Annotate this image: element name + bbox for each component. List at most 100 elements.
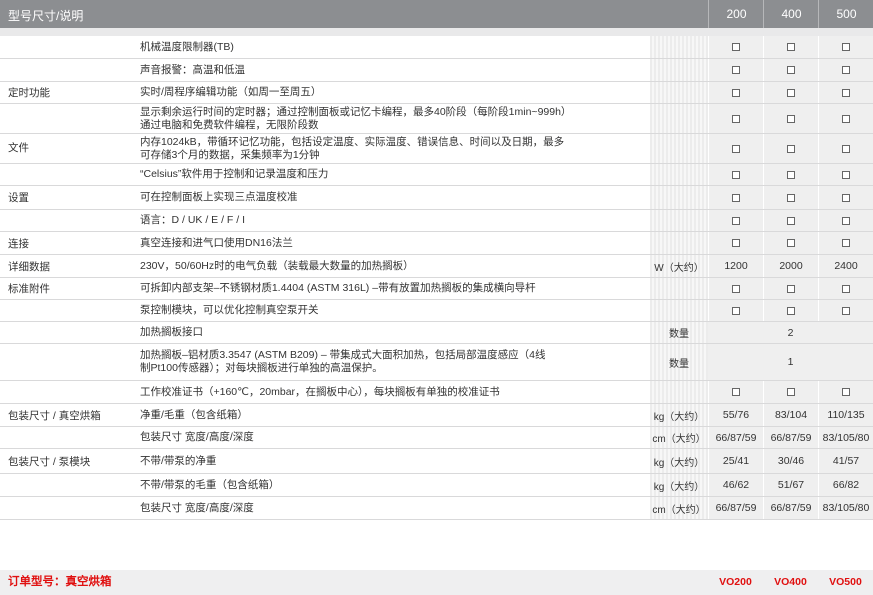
feature-check bbox=[763, 59, 818, 81]
order-code-200: VO200 bbox=[719, 576, 752, 588]
row-category: 详细数据 bbox=[8, 260, 50, 273]
row-category: 设置 bbox=[8, 192, 29, 204]
row-description: 不带/带泵的毛重（包含纸箱） bbox=[140, 478, 280, 491]
row-category: 包装尺寸 / 真空烘箱 bbox=[8, 409, 101, 422]
row-category bbox=[0, 36, 132, 58]
table-row: 定时功能 实时/周程序编辑功能（如周一至周五） bbox=[0, 82, 873, 104]
header-spacer bbox=[0, 28, 873, 36]
row-description: 内存1024kB，带循环记忆功能，包括设定温度、实际温度、错误信息、时间以及日期… bbox=[140, 135, 565, 161]
spec-value: 41/57 bbox=[818, 449, 873, 473]
row-category bbox=[0, 104, 132, 133]
feature-check bbox=[818, 278, 873, 299]
table-row: 包装尺寸 宽度/高度/深度 cm（大约） 66/87/59 66/87/59 83/10… bbox=[0, 427, 873, 449]
spec-value: 83/105/80 bbox=[818, 497, 873, 519]
row-description: 不带/带泵的净重 bbox=[140, 454, 217, 467]
table-row: 设置 可在控制面板上实现三点温度校准 bbox=[0, 186, 873, 210]
order-code-400: VO400 bbox=[774, 576, 807, 588]
feature-check bbox=[818, 210, 873, 231]
row-category bbox=[0, 164, 132, 185]
row-description: 声音报警：高温和低温 bbox=[140, 63, 245, 76]
table-row: 机械温度限制器(TB) bbox=[0, 36, 873, 59]
checkbox-icon bbox=[842, 66, 850, 74]
row-unit: 数量 bbox=[650, 344, 708, 380]
feature-check bbox=[763, 134, 818, 163]
spec-value: 46/62 bbox=[708, 474, 763, 496]
row-category bbox=[0, 300, 132, 321]
row-category bbox=[0, 210, 132, 231]
feature-check bbox=[818, 36, 873, 58]
row-unit bbox=[650, 278, 708, 299]
feature-check bbox=[818, 300, 873, 321]
table-row: 加热搁板接口 数量 2 bbox=[0, 322, 873, 344]
checkbox-icon bbox=[787, 239, 795, 247]
row-unit: cm（大约） bbox=[650, 427, 708, 448]
feature-check bbox=[818, 164, 873, 185]
spec-value: 66/87/59 bbox=[708, 427, 763, 448]
feature-check bbox=[708, 232, 763, 254]
checkbox-icon bbox=[842, 306, 850, 315]
row-description: 可在控制面板上实现三点温度校准 bbox=[140, 191, 298, 203]
row-category: 文件 bbox=[8, 142, 29, 154]
table-row: 文件 内存1024kB，带循环记忆功能，包括设定温度、实际温度、错误信息、时间以及… bbox=[0, 134, 873, 164]
row-unit bbox=[650, 210, 708, 231]
model-400-header: 400 bbox=[763, 0, 819, 28]
row-category: 包装尺寸 / 泵模块 bbox=[8, 455, 91, 468]
spec-value: 66/87/59 bbox=[763, 497, 818, 519]
spec-value: 83/104 bbox=[763, 404, 818, 426]
row-unit bbox=[650, 186, 708, 209]
checkbox-icon bbox=[732, 388, 740, 396]
feature-check bbox=[763, 164, 818, 185]
feature-check bbox=[763, 210, 818, 231]
spec-value: 1200 bbox=[708, 255, 763, 277]
checkbox-icon bbox=[842, 170, 850, 179]
table-row: 包装尺寸 / 真空烘箱 净重/毛重（包含纸箱） kg（大约） 55/76 83/104 1… bbox=[0, 404, 873, 427]
checkbox-icon bbox=[787, 43, 795, 51]
checkbox-icon bbox=[732, 239, 740, 247]
order-number-label: 订单型号：真空烘箱 bbox=[8, 576, 112, 588]
feature-check bbox=[818, 104, 873, 133]
table-header: 型号尺寸/说明 200 400 500 bbox=[0, 0, 873, 28]
feature-check bbox=[708, 164, 763, 185]
row-description: 包装尺寸 宽度/高度/深度 bbox=[140, 501, 254, 514]
checkbox-icon bbox=[732, 88, 740, 97]
table-row: 详细数据 230V，50/60Hz时的电气负载（装载最大数量的加热搁板） W（大约）… bbox=[0, 255, 873, 278]
feature-check bbox=[708, 300, 763, 321]
feature-check bbox=[708, 186, 763, 209]
row-unit bbox=[650, 82, 708, 103]
checkbox-icon bbox=[787, 388, 795, 396]
feature-check bbox=[818, 186, 873, 209]
feature-check bbox=[763, 300, 818, 321]
checkbox-icon bbox=[842, 284, 850, 293]
checkbox-icon bbox=[842, 144, 850, 153]
spec-value: 2400 bbox=[818, 255, 873, 277]
row-category bbox=[0, 59, 132, 81]
feature-check bbox=[763, 381, 818, 403]
checkbox-icon bbox=[787, 88, 795, 97]
row-category bbox=[0, 344, 132, 380]
spec-sheet: 型号尺寸/说明 200 400 500 机械温度限制器(TB) 声音报警：高温和低… bbox=[0, 0, 873, 595]
row-category: 定时功能 bbox=[8, 87, 50, 99]
row-description: 语言：D / UK / E / F / I bbox=[140, 214, 246, 226]
row-category bbox=[0, 497, 132, 519]
row-quantity-value: 1 bbox=[708, 344, 873, 380]
row-description: 加热搁板接口 bbox=[140, 326, 203, 338]
row-category: 连接 bbox=[8, 237, 29, 250]
header-title: 型号尺寸/说明 bbox=[8, 9, 84, 23]
checkbox-icon bbox=[787, 170, 795, 179]
row-unit: cm（大约） bbox=[650, 497, 708, 519]
table-row: 加热搁板–铝材质3.3547 (ASTM B209) – 带集成式大面积加热，包… bbox=[0, 344, 873, 381]
table-row: 包装尺寸 宽度/高度/深度 cm（大约） 66/87/59 66/87/59 83/10… bbox=[0, 497, 873, 520]
row-description: 工作校准证书（+160℃，20mbar，在搁板中心），每块搁板有单独的校准证书 bbox=[140, 385, 500, 398]
checkbox-icon bbox=[732, 43, 740, 51]
row-description: 净重/毛重（包含纸箱） bbox=[140, 408, 248, 421]
feature-check bbox=[708, 36, 763, 58]
feature-check bbox=[708, 134, 763, 163]
spec-value: 66/82 bbox=[818, 474, 873, 496]
table-row: 包装尺寸 / 泵模块 不带/带泵的净重 kg（大约） 25/41 30/46 41/57 bbox=[0, 449, 873, 474]
order-code-500: VO500 bbox=[829, 576, 862, 588]
row-unit bbox=[650, 232, 708, 254]
table-row: 不带/带泵的毛重（包含纸箱） kg（大约） 46/62 51/67 66/82 bbox=[0, 474, 873, 497]
checkbox-icon bbox=[842, 216, 850, 225]
row-category bbox=[0, 381, 132, 403]
row-category bbox=[0, 322, 132, 343]
